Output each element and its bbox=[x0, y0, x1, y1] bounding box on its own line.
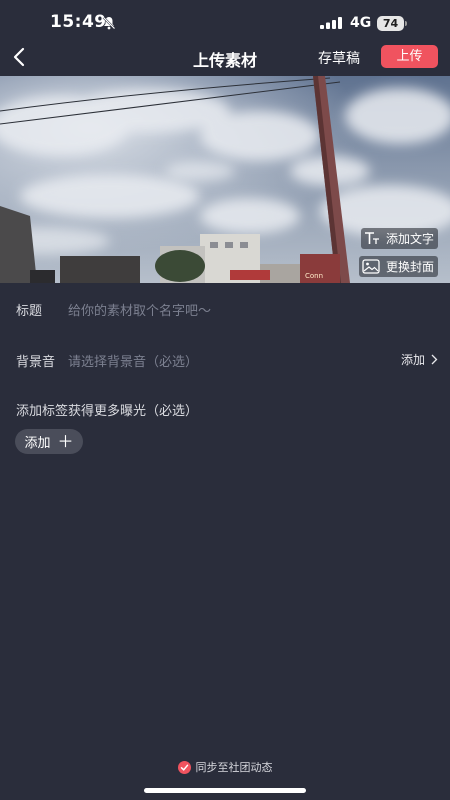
add-background-music-label: 添加 bbox=[400, 353, 425, 367]
add-text-label: 添加文字 bbox=[385, 232, 434, 246]
sync-to-club-toggle[interactable]: 同步至社团动态 bbox=[0, 758, 450, 776]
add-background-music-button[interactable]: 添加 bbox=[401, 351, 438, 368]
signal-icon bbox=[320, 17, 342, 29]
background-music-label: 背景音 bbox=[16, 355, 56, 370]
save-draft-button[interactable]: 存草稿 bbox=[318, 48, 360, 68]
add-tag-label: 添加 bbox=[24, 436, 51, 451]
home-indicator bbox=[144, 788, 306, 793]
tags-hint: 添加标签获得更多曝光（必选） bbox=[16, 404, 199, 419]
shop-sign-text: Conn bbox=[305, 272, 323, 280]
battery-icon: 74 bbox=[377, 16, 404, 31]
nav-bar: 上传素材 存草稿 上传 bbox=[0, 40, 450, 74]
add-text-button[interactable]: 添加文字 bbox=[360, 228, 438, 249]
image-icon bbox=[362, 259, 380, 274]
check-icon[interactable] bbox=[177, 760, 191, 774]
silent-bell-icon bbox=[102, 16, 116, 30]
background-music-row[interactable]: 背景音 请选择背景音（必选） 添加 bbox=[0, 351, 450, 375]
battery-tip bbox=[405, 21, 407, 26]
title-row[interactable]: 标题 给你的素材取个名字吧～ bbox=[0, 300, 450, 324]
chevron-right-icon bbox=[431, 354, 438, 365]
upload-button[interactable]: 上传 bbox=[381, 45, 438, 68]
media-preview[interactable]: Conn 添加文字 更换封面 bbox=[0, 76, 450, 283]
change-cover-label: 更换封面 bbox=[385, 260, 434, 274]
status-time: 15:49 bbox=[50, 12, 107, 32]
background-music-placeholder: 请选择背景音（必选） bbox=[68, 355, 199, 370]
upload-material-screen: 15:49 4G 74 上传素材 存草稿 上传 Conn 添加文字 更换封面 标… bbox=[0, 0, 450, 800]
plus-icon: ＋ bbox=[57, 431, 74, 451]
network-type: 4G bbox=[350, 15, 372, 31]
sky-photo: Conn bbox=[0, 76, 450, 283]
title-input[interactable]: 给你的素材取个名字吧～ bbox=[68, 300, 211, 319]
add-tag-button[interactable]: 添加 ＋ bbox=[15, 429, 83, 454]
text-icon bbox=[364, 232, 379, 244]
change-cover-button[interactable]: 更换封面 bbox=[358, 256, 438, 277]
sync-label: 同步至社团动态 bbox=[195, 761, 273, 774]
title-label: 标题 bbox=[16, 304, 43, 319]
